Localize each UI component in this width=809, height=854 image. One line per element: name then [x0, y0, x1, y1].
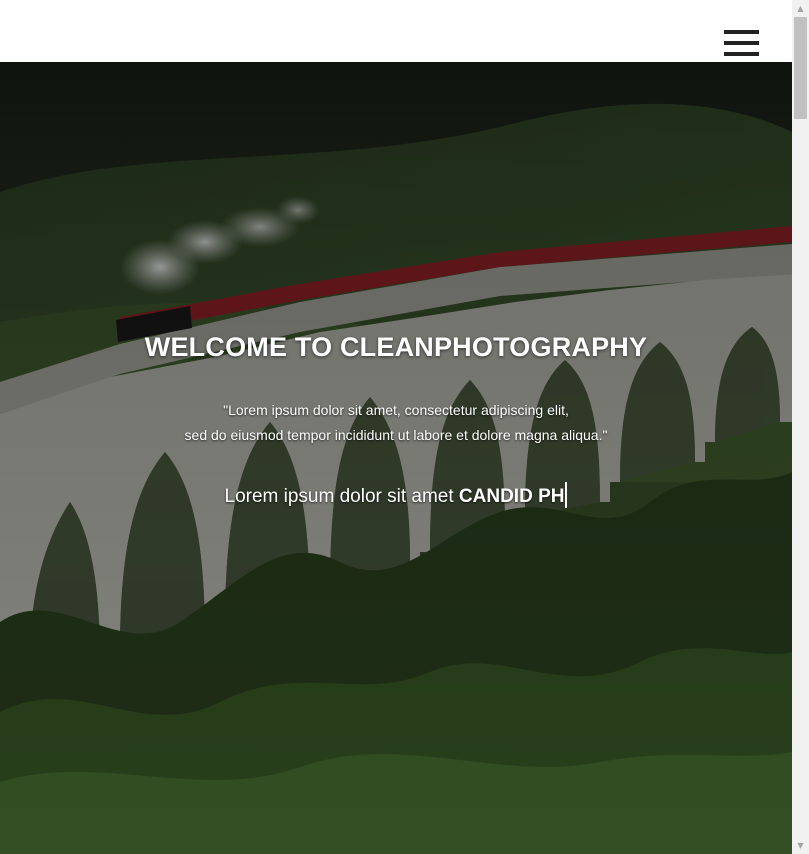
typed-prefix: Lorem ipsum dolor sit amet [224, 486, 459, 507]
typed-text: CANDID PH [458, 486, 565, 507]
hero-section: WELCOME TO CLEANPHOTOGRAPHY "Lorem ipsum… [0, 62, 792, 854]
menu-bar [724, 41, 759, 45]
typed-headline: Lorem ipsum dolor sit amet CANDID PH [0, 482, 792, 508]
scroll-up-arrow-icon[interactable]: ▲ [792, 0, 809, 17]
page: WELCOME TO CLEANPHOTOGRAPHY "Lorem ipsum… [0, 0, 809, 854]
menu-bar [724, 30, 759, 34]
hero-quote-line-2: sed do eiusmod tempor incididunt ut labo… [184, 427, 608, 443]
typing-cursor [565, 482, 568, 508]
menu-bar [724, 52, 759, 56]
hamburger-menu-icon[interactable] [724, 30, 759, 56]
hero-quote-line-1: "Lorem ipsum dolor sit amet, consectetur… [223, 402, 569, 418]
vertical-scrollbar[interactable]: ▲ ▼ [792, 0, 809, 854]
top-header [0, 0, 792, 62]
hero-quote: "Lorem ipsum dolor sit amet, consectetur… [0, 398, 792, 448]
hero-title: WELCOME TO CLEANPHOTOGRAPHY [144, 332, 648, 362]
train-viaduct-photo [0, 62, 792, 854]
scroll-thumb[interactable] [794, 17, 807, 119]
scroll-down-arrow-icon[interactable]: ▼ [792, 837, 809, 854]
